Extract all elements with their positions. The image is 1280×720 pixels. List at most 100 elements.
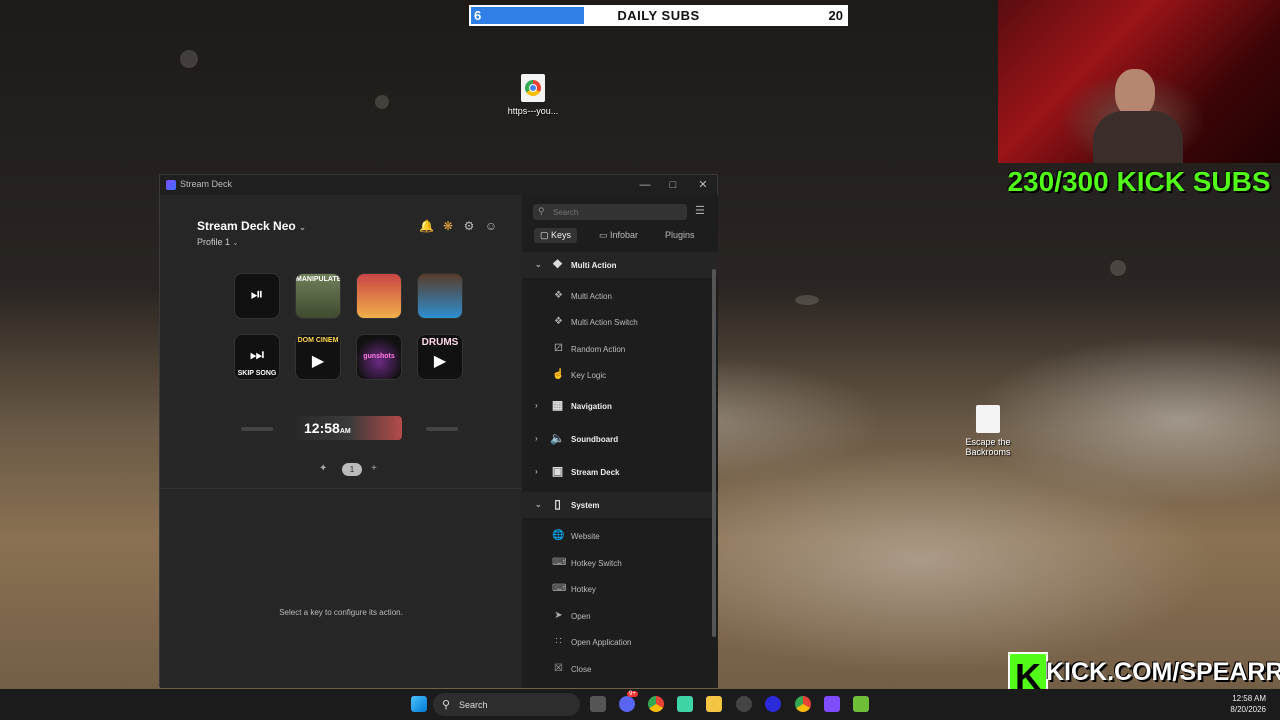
category-system[interactable]: ⌄ ▯ System	[522, 492, 718, 518]
marketplace-icon[interactable]: ❋	[441, 219, 455, 233]
random-action-icon: ⚂	[554, 343, 563, 354]
action-key-logic[interactable]: ☝ Key Logic	[522, 362, 718, 388]
crowd-phone-light	[1110, 260, 1126, 276]
discord-icon[interactable]: 9+	[619, 691, 638, 712]
desktop-shortcut-chrome[interactable]: https---you...	[503, 74, 563, 116]
list-view-icon[interactable]: ☰	[695, 204, 705, 217]
action-label: Multi Action	[571, 292, 612, 301]
category-navigation[interactable]: › ▦ Navigation	[522, 393, 718, 419]
category-label: Multi Action	[571, 261, 617, 270]
action-multi-action-switch[interactable]: ❖ Multi Action Switch	[522, 309, 718, 335]
action-website[interactable]: 🌐 Website	[522, 523, 718, 549]
action-random-action[interactable]: ⚂ Random Action	[522, 336, 718, 362]
windows-start-icon[interactable]	[411, 696, 427, 712]
category-stream-deck[interactable]: › ▣ Stream Deck	[522, 459, 718, 485]
action-label: Key Logic	[571, 371, 607, 380]
close-icon[interactable]: ✕	[695, 177, 711, 193]
crowd-phone-light	[795, 295, 819, 305]
infobar-key[interactable]: 12:58AM	[296, 416, 402, 440]
tab-label: Plugins	[665, 230, 695, 240]
chevron-down-icon: ⌄	[535, 260, 542, 269]
hotkey-switch-icon: ⌨	[552, 557, 567, 568]
actions-panel: ⚲ ☰ ▢ Keys ▭ Infobar Plugins ⌄ ❖ Multi A…	[522, 195, 718, 688]
desktop-icon-label: Escape the Backrooms	[965, 437, 1011, 457]
tab-keys[interactable]: ▢ Keys	[534, 228, 578, 243]
app-icon[interactable]	[677, 696, 693, 712]
tab-label: Infobar	[610, 230, 639, 240]
key-label: DRUMS	[421, 337, 459, 348]
device-selector[interactable]: Stream Deck Neo ⌄	[197, 219, 306, 233]
account-icon[interactable]: ☺	[484, 219, 498, 233]
action-open-application[interactable]: ∷ Open Application	[522, 629, 718, 655]
action-label: Close	[571, 665, 592, 674]
notification-bell-icon[interactable]: 🔔	[419, 219, 434, 233]
tab-infobar[interactable]: ▭ Infobar	[599, 228, 638, 243]
action-search[interactable]: ⚲	[533, 204, 687, 220]
key-7[interactable]: gunshots	[357, 335, 401, 379]
minimize-icon[interactable]: —	[637, 177, 653, 193]
obs-icon[interactable]	[765, 696, 781, 712]
action-hotkey-switch[interactable]: ⌨ Hotkey Switch	[522, 550, 718, 576]
action-open[interactable]: ➤ Open	[522, 603, 718, 629]
infobar-tab-icon: ▭	[599, 230, 611, 240]
taskbar-search[interactable]: ⚲ Search	[433, 693, 580, 716]
category-label: Soundboard	[571, 435, 619, 444]
close-box-icon: ☒	[554, 663, 563, 674]
category-multi-action[interactable]: ⌄ ❖ Multi Action	[522, 252, 718, 278]
desktop-shortcut-backrooms[interactable]: Escape the Backrooms	[958, 405, 1018, 457]
touch-point-right[interactable]	[426, 427, 458, 431]
maximize-icon[interactable]: □	[665, 177, 681, 193]
action-hotkey[interactable]: ⌨ Hotkey	[522, 576, 718, 602]
key-2[interactable]: MANIPULATE	[296, 274, 340, 318]
chevron-down-icon: ⌄	[232, 240, 239, 247]
window-titlebar[interactable]: Stream Deck — □ ✕	[160, 175, 717, 195]
key-8[interactable]: DRUMS ▶	[418, 335, 462, 379]
window-title: Stream Deck	[180, 179, 233, 189]
action-label: Open	[571, 612, 591, 621]
category-label: Navigation	[571, 402, 612, 411]
chrome-icon[interactable]	[648, 696, 664, 712]
video-icon: ▶	[311, 353, 325, 370]
video-icon: ▶	[433, 353, 447, 370]
page-indicator[interactable]: 1	[342, 463, 362, 476]
search-input[interactable]	[551, 205, 685, 220]
action-multi-action[interactable]: ❖ Multi Action	[522, 283, 718, 309]
action-close[interactable]: ☒ Close	[522, 656, 718, 682]
profile-selector[interactable]: Profile 1 ⌄	[197, 237, 238, 247]
chevron-down-icon: ⌄	[299, 223, 306, 232]
tab-plugins[interactable]: Plugins	[665, 228, 695, 243]
key-label: SKIP SONG	[237, 370, 277, 377]
key-1[interactable]: ⏯	[235, 274, 279, 318]
scrollbar[interactable]	[712, 269, 716, 637]
profile-name: Profile 1	[197, 237, 231, 247]
gear-icon[interactable]: ⚙	[462, 219, 476, 233]
add-page-button[interactable]: +	[371, 463, 377, 474]
daily-subs-bar: 6 DAILY SUBS 20	[469, 5, 848, 26]
search-icon: ⚲	[538, 206, 545, 216]
task-view-icon[interactable]	[590, 696, 606, 712]
infobar-am-pm: AM	[339, 428, 351, 435]
system-clock[interactable]: 12:58 AM 8/20/2026	[1230, 693, 1266, 715]
key-3[interactable]	[357, 274, 401, 318]
key-6[interactable]: DOM CINEM ▶	[296, 335, 340, 379]
touch-point-left[interactable]	[241, 427, 273, 431]
category-soundboard[interactable]: › 🔈 Soundboard	[522, 426, 718, 452]
daily-subs-title: DAILY SUBS	[617, 8, 700, 23]
stream-deck-window: Stream Deck — □ ✕ Stream Deck Neo ⌄ Prof…	[159, 174, 718, 688]
empty-config-hint: Select a key to configure its action.	[279, 608, 403, 617]
minecraft-icon[interactable]	[853, 696, 869, 712]
file-explorer-icon[interactable]	[706, 696, 722, 712]
pin-icon[interactable]: ✦	[319, 463, 327, 474]
keyboard-icon: ⌨	[552, 583, 567, 594]
app-icon[interactable]	[736, 696, 752, 712]
divider	[160, 488, 522, 489]
key-4[interactable]	[418, 274, 462, 318]
taskbar-search-label: Search	[459, 700, 488, 710]
key-5[interactable]: ⏭ SKIP SONG	[235, 335, 279, 379]
chrome-icon[interactable]	[795, 696, 811, 712]
crowd-phone-light	[375, 95, 389, 109]
stream-deck-taskbar-icon[interactable]	[824, 696, 840, 712]
action-label: Hotkey	[571, 585, 596, 594]
webcam-overlay	[998, 0, 1280, 163]
daily-subs-goal: 20	[828, 8, 843, 23]
